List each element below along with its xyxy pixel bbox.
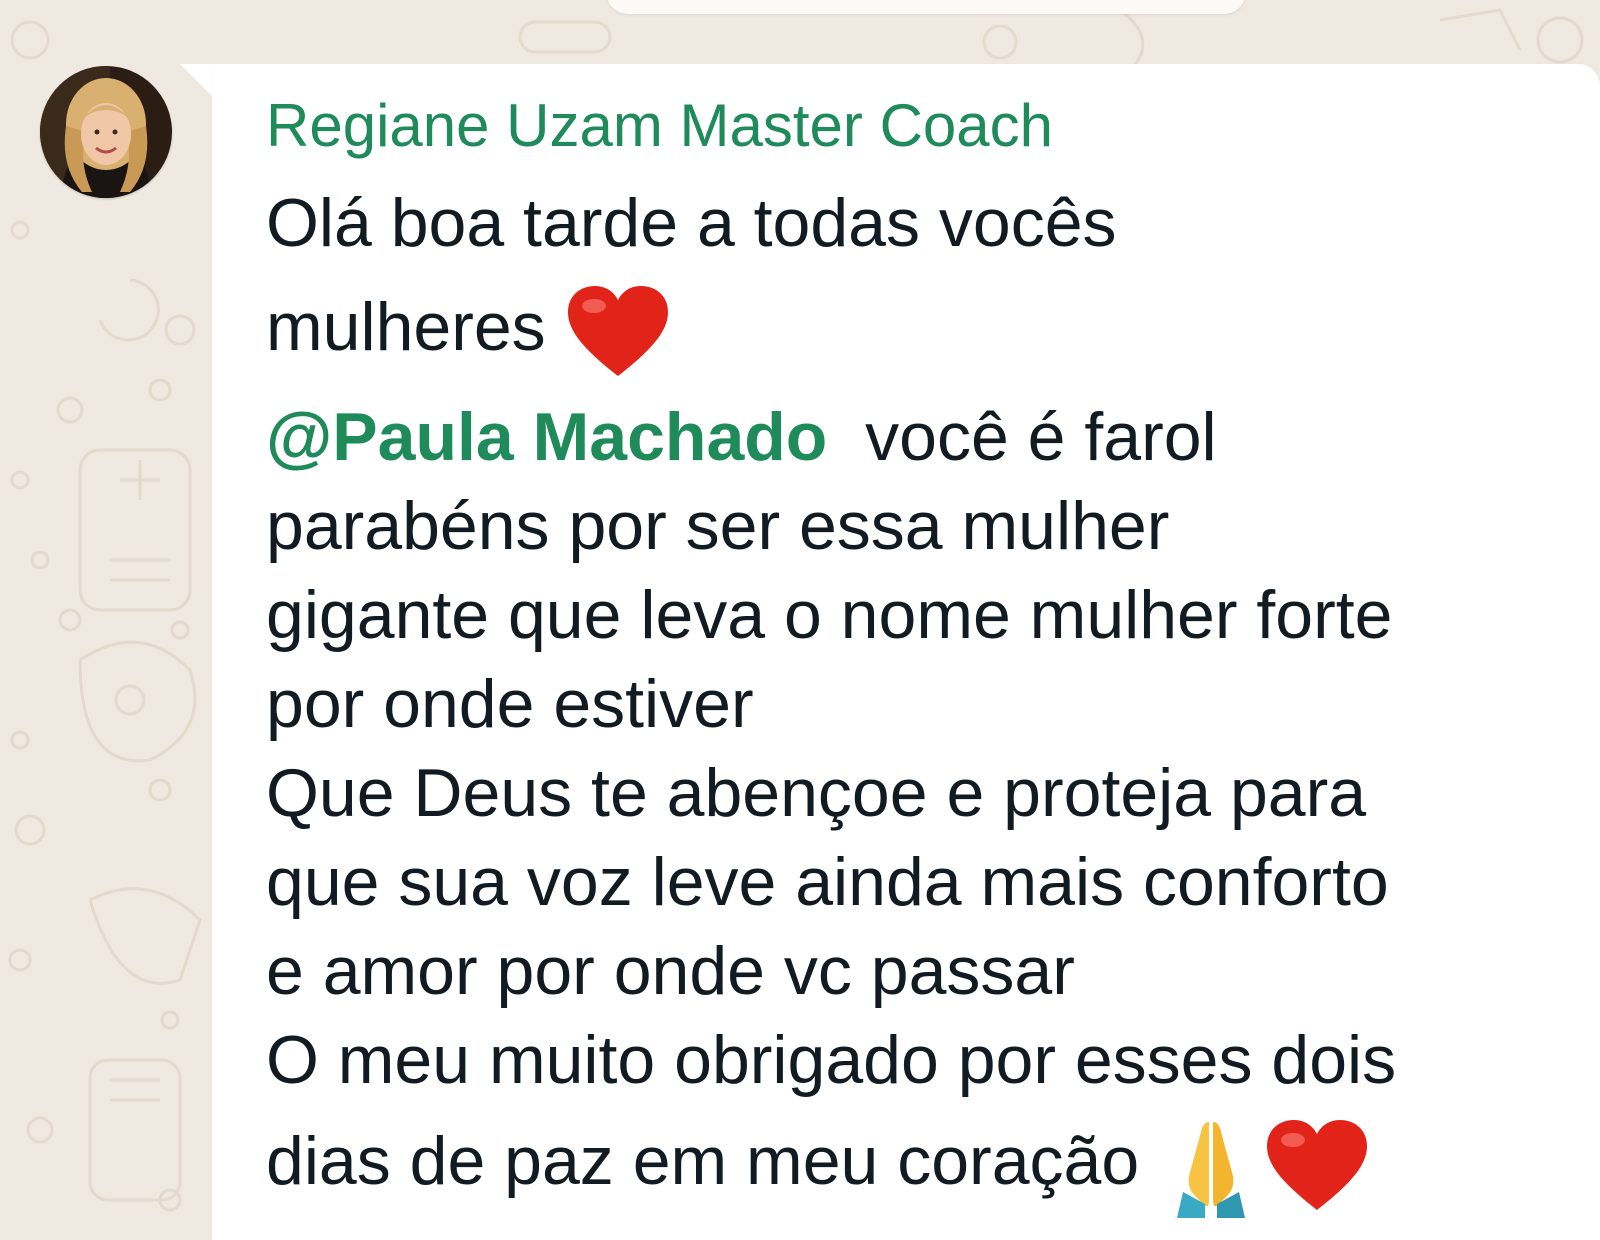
message-bubble-tail [180, 64, 214, 98]
date-separator-pill [606, 0, 1246, 14]
red-heart-icon [1265, 1118, 1369, 1214]
message-line: Que Deus te abençoe e proteja para [266, 755, 1367, 831]
mention-link[interactable]: @Paula Machado [266, 399, 827, 475]
red-heart-icon [566, 284, 670, 380]
message-line: gigante que leva o nome mulher forte [266, 577, 1393, 653]
sender-avatar[interactable] [40, 66, 172, 198]
folded-hands-icon [1169, 1114, 1253, 1218]
message-line: dias de paz em meu coração [266, 1114, 1369, 1218]
sender-name[interactable]: Regiane Uzam Master Coach [266, 88, 1053, 164]
message-line: e amor por onde vc passar [266, 933, 1075, 1009]
profile-photo-icon [40, 66, 172, 198]
message-line: por onde estiver [266, 666, 754, 742]
message-text: você é farol [865, 399, 1217, 475]
message-line: Olá boa tarde a todas vocês [266, 185, 1117, 261]
message-line: parabéns por ser essa mulher [266, 488, 1170, 564]
message-line: que sua voz leve ainda mais conforto [266, 844, 1389, 920]
message-line: @Paula Machado você é farol [266, 394, 1217, 480]
message-line: O meu muito obrigado por esses dois [266, 1022, 1397, 1098]
message-line: mulheres [266, 284, 670, 380]
message-text: dias de paz em meu coração [266, 1122, 1140, 1199]
message-text: mulheres [266, 289, 546, 365]
